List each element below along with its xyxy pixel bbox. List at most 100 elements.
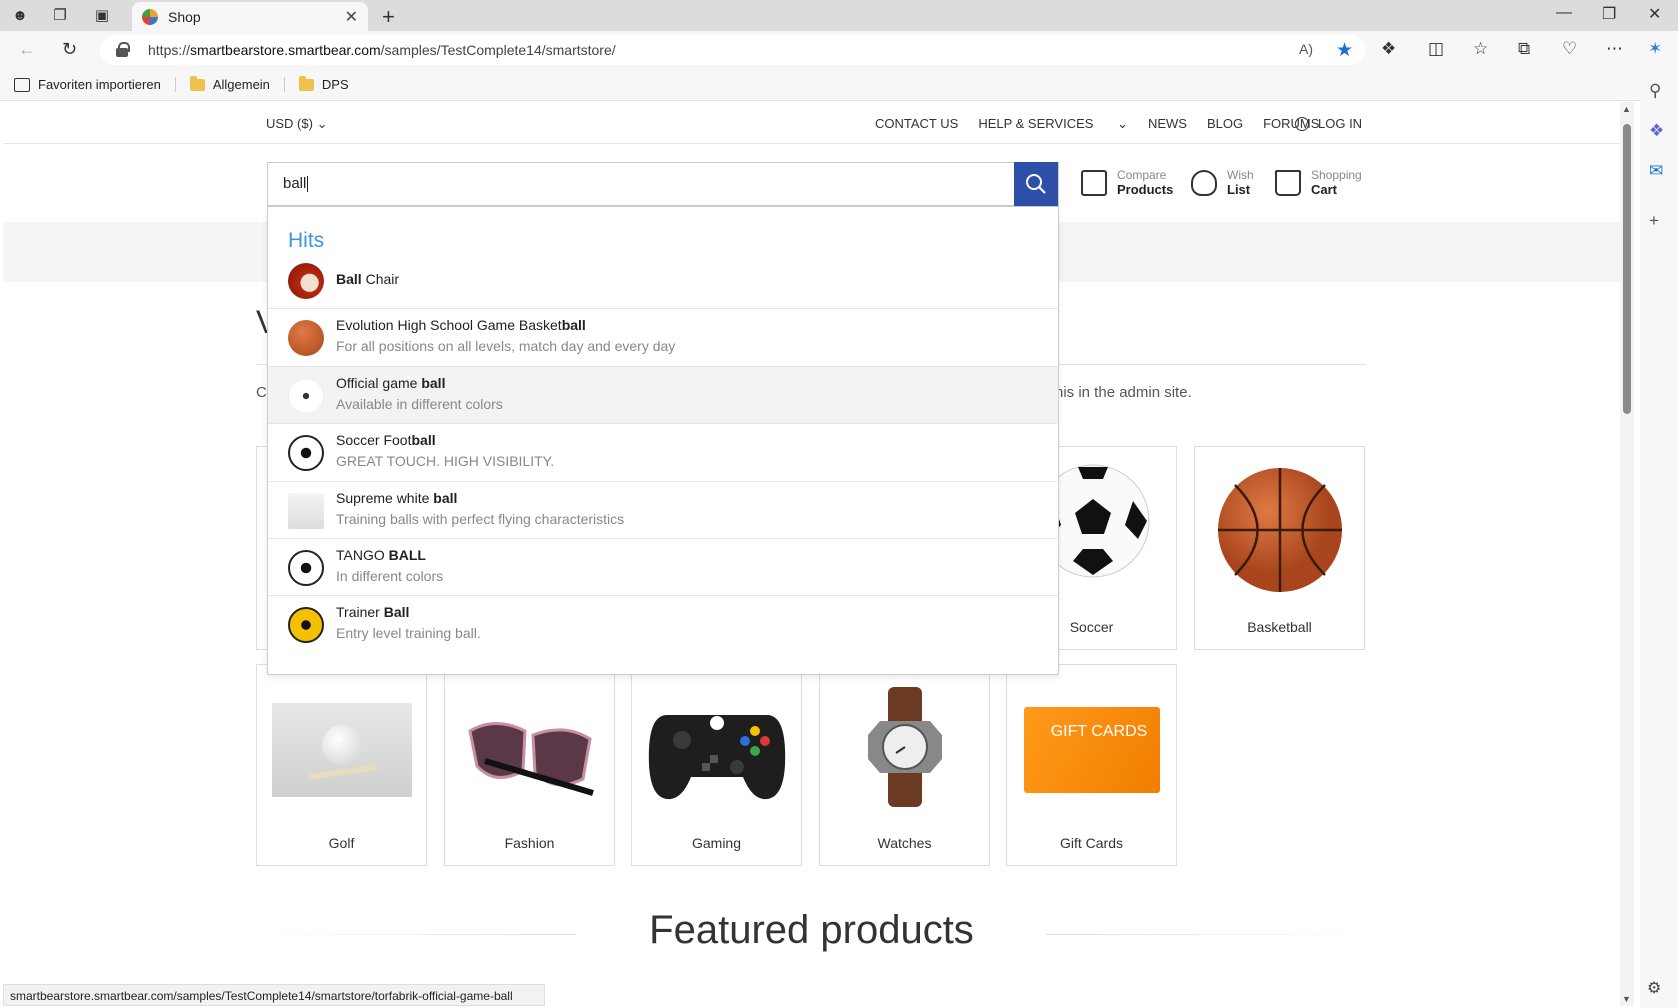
currency-selector[interactable]: USD ($) ⌄	[266, 116, 327, 132]
restore-icon[interactable]: ❐	[1602, 4, 1616, 24]
compare-bottom: Products	[1117, 182, 1174, 197]
search-value: ball	[283, 175, 307, 192]
bookmark-import[interactable]: Favoriten importieren	[14, 77, 176, 92]
search-icon	[1026, 174, 1046, 194]
suggestion-description: Entry level training ball.	[336, 625, 481, 641]
gift-card-image: GIFT CARDS	[1024, 707, 1160, 793]
cart-top: Shopping	[1311, 168, 1362, 182]
soccer-thumb	[288, 435, 324, 471]
browser-essentials-icon[interactable]: ♡	[1562, 39, 1577, 59]
search-input[interactable]: ball	[267, 162, 1059, 206]
sidebar-add-icon[interactable]: +	[1649, 211, 1659, 231]
intro-text-right: his in the admin site.	[1055, 384, 1192, 401]
suggestion-title: Official game ball	[336, 375, 446, 391]
category-tile-watches[interactable]: Watches	[819, 664, 990, 866]
intro-text-left: C	[256, 384, 267, 401]
user-icon	[1295, 116, 1309, 131]
suggestion-description: In different colors	[336, 568, 444, 584]
suggestion-soccer-football[interactable]: Soccer Football GREAT TOUCH. HIGH VISIBI…	[268, 424, 1058, 482]
suggestion-description: For all positions on all levels, match d…	[336, 338, 676, 354]
bookmark-folder-allgemein[interactable]: Allgemein	[189, 75, 285, 92]
login-link[interactable]: LOG IN	[1295, 116, 1362, 131]
bookmark-label: DPS	[321, 77, 349, 92]
scroll-down-icon[interactable]: ▼	[1622, 994, 1631, 1004]
url-prefix: https://	[148, 42, 191, 58]
category-tile-giftcards[interactable]: GIFT CARDS Gift Cards	[1006, 664, 1177, 866]
category-label: Watches	[877, 835, 932, 851]
back-icon[interactable]: ←	[18, 39, 36, 60]
bookmarks-bar: Favoriten importieren Allgemein DPS	[0, 69, 1678, 101]
url-path: /samples/TestComplete14/smartstore/	[380, 42, 616, 58]
browser-tab-bar: ☻ ❐ ▣ Shop ✕ + — ❐ ✕	[0, 0, 1678, 31]
tango-thumb	[288, 550, 324, 586]
read-aloud-icon[interactable]: A)	[1299, 41, 1313, 57]
compare-products-link[interactable]: Compare Products	[1081, 168, 1173, 197]
suggestion-description: GREAT TOUCH. HIGH VISIBILITY.	[336, 453, 555, 469]
copilot-icon[interactable]: ✶	[1648, 39, 1662, 59]
tab-actions-icon[interactable]: ▣	[92, 5, 112, 25]
profile-icon[interactable]: ☻	[10, 5, 30, 25]
category-tile-basketball[interactable]: Basketball	[1194, 446, 1365, 650]
lock-icon[interactable]	[116, 42, 130, 57]
sidebar-copilot-icon[interactable]: ❖	[1649, 121, 1664, 141]
url-field[interactable]: https://smartbearstore.smartbear.com/sam…	[100, 35, 1365, 65]
nav-contact-us[interactable]: CONTACT US	[875, 116, 958, 132]
top-links: CONTACT US HELP & SERVICES ⌄ NEWS BLOG F…	[875, 116, 1339, 132]
hits-heading: Hits	[288, 229, 325, 252]
category-tile-fashion[interactable]: Fashion	[444, 664, 615, 866]
suggestion-official-game-ball[interactable]: Official game ball Available in differen…	[268, 367, 1058, 424]
suggestion-supreme-white-ball[interactable]: Supreme white ball Training balls with p…	[268, 482, 1058, 539]
folder-icon	[189, 75, 205, 91]
extensions-icon[interactable]: ❖	[1381, 39, 1396, 59]
featured-products-heading: Featured products	[649, 908, 974, 952]
reload-icon[interactable]: ↻	[62, 39, 77, 60]
suggestion-tango-ball[interactable]: TANGO BALL In different colors	[268, 539, 1058, 596]
address-toolbar: ← ↻ https://smartbearstore.smartbear.com…	[0, 31, 1678, 69]
sidebar-search-icon[interactable]: ⚲	[1649, 81, 1661, 101]
site-favicon-icon	[142, 8, 158, 25]
suggestion-description: Available in different colors	[336, 396, 503, 412]
minimize-icon[interactable]: —	[1556, 4, 1572, 22]
new-tab-icon[interactable]: +	[382, 4, 395, 30]
workspaces-icon[interactable]: ❐	[50, 5, 70, 25]
shopping-cart-link[interactable]: Shopping Cart	[1275, 168, 1362, 197]
suggestion-basketball[interactable]: Evolution High School Game Basketball Fo…	[268, 309, 1058, 367]
suggestion-title: TANGO BALL	[336, 547, 426, 563]
suggestion-title: Ball Chair	[336, 271, 400, 287]
split-screen-icon[interactable]: ◫	[1428, 39, 1444, 59]
sidebar-settings-icon[interactable]: ⚙	[1647, 978, 1661, 998]
page-viewport: USD ($) ⌄ CONTACT US HELP & SERVICES ⌄ N…	[3, 102, 1620, 1006]
page-scrollbar[interactable]: ▲ ▼	[1620, 102, 1634, 1006]
search-suggestions-dropdown: Hits Ball Chair Evolution High School Ga…	[267, 206, 1059, 675]
watch-image	[868, 687, 942, 807]
bookmark-folder-dps[interactable]: DPS	[298, 75, 363, 92]
scroll-up-icon[interactable]: ▲	[1622, 104, 1631, 114]
basketball-thumb	[288, 320, 324, 356]
favorites-icon[interactable]: ☆	[1473, 39, 1488, 59]
heart-icon	[1191, 169, 1217, 196]
nav-news[interactable]: NEWS	[1148, 116, 1187, 132]
tab-close-icon[interactable]: ✕	[345, 7, 358, 27]
game-controller-image	[648, 715, 786, 800]
category-tile-gaming[interactable]: Gaming	[631, 664, 802, 866]
browser-tab-shop[interactable]: Shop ✕	[132, 2, 368, 31]
search-button[interactable]	[1014, 162, 1058, 206]
nav-help-services[interactable]: HELP & SERVICES ⌄	[978, 116, 1128, 132]
window-close-icon[interactable]: ✕	[1648, 4, 1661, 24]
golf-ball-image	[272, 703, 412, 797]
outlook-icon[interactable]: ✉	[1649, 161, 1663, 181]
wishlist-link[interactable]: Wish List	[1191, 168, 1254, 197]
scrollbar-thumb[interactable]	[1623, 124, 1631, 414]
trainer-thumb	[288, 607, 324, 643]
category-label: Basketball	[1247, 619, 1312, 635]
category-tile-golf[interactable]: Golf	[256, 664, 427, 866]
suggestion-title: Trainer Ball	[336, 604, 410, 620]
suggestion-trainer-ball[interactable]: Trainer Ball Entry level training ball.	[268, 596, 1058, 653]
more-menu-icon[interactable]: ⋯	[1606, 39, 1623, 59]
supreme-ball-thumb	[288, 493, 324, 529]
favorite-star-icon[interactable]: ★	[1336, 39, 1353, 62]
collections-icon[interactable]: ⧉	[1518, 39, 1530, 59]
wish-top: Wish	[1227, 168, 1254, 182]
nav-blog[interactable]: BLOG	[1207, 116, 1243, 132]
suggestion-ball-chair[interactable]: Ball Chair	[268, 253, 1058, 309]
